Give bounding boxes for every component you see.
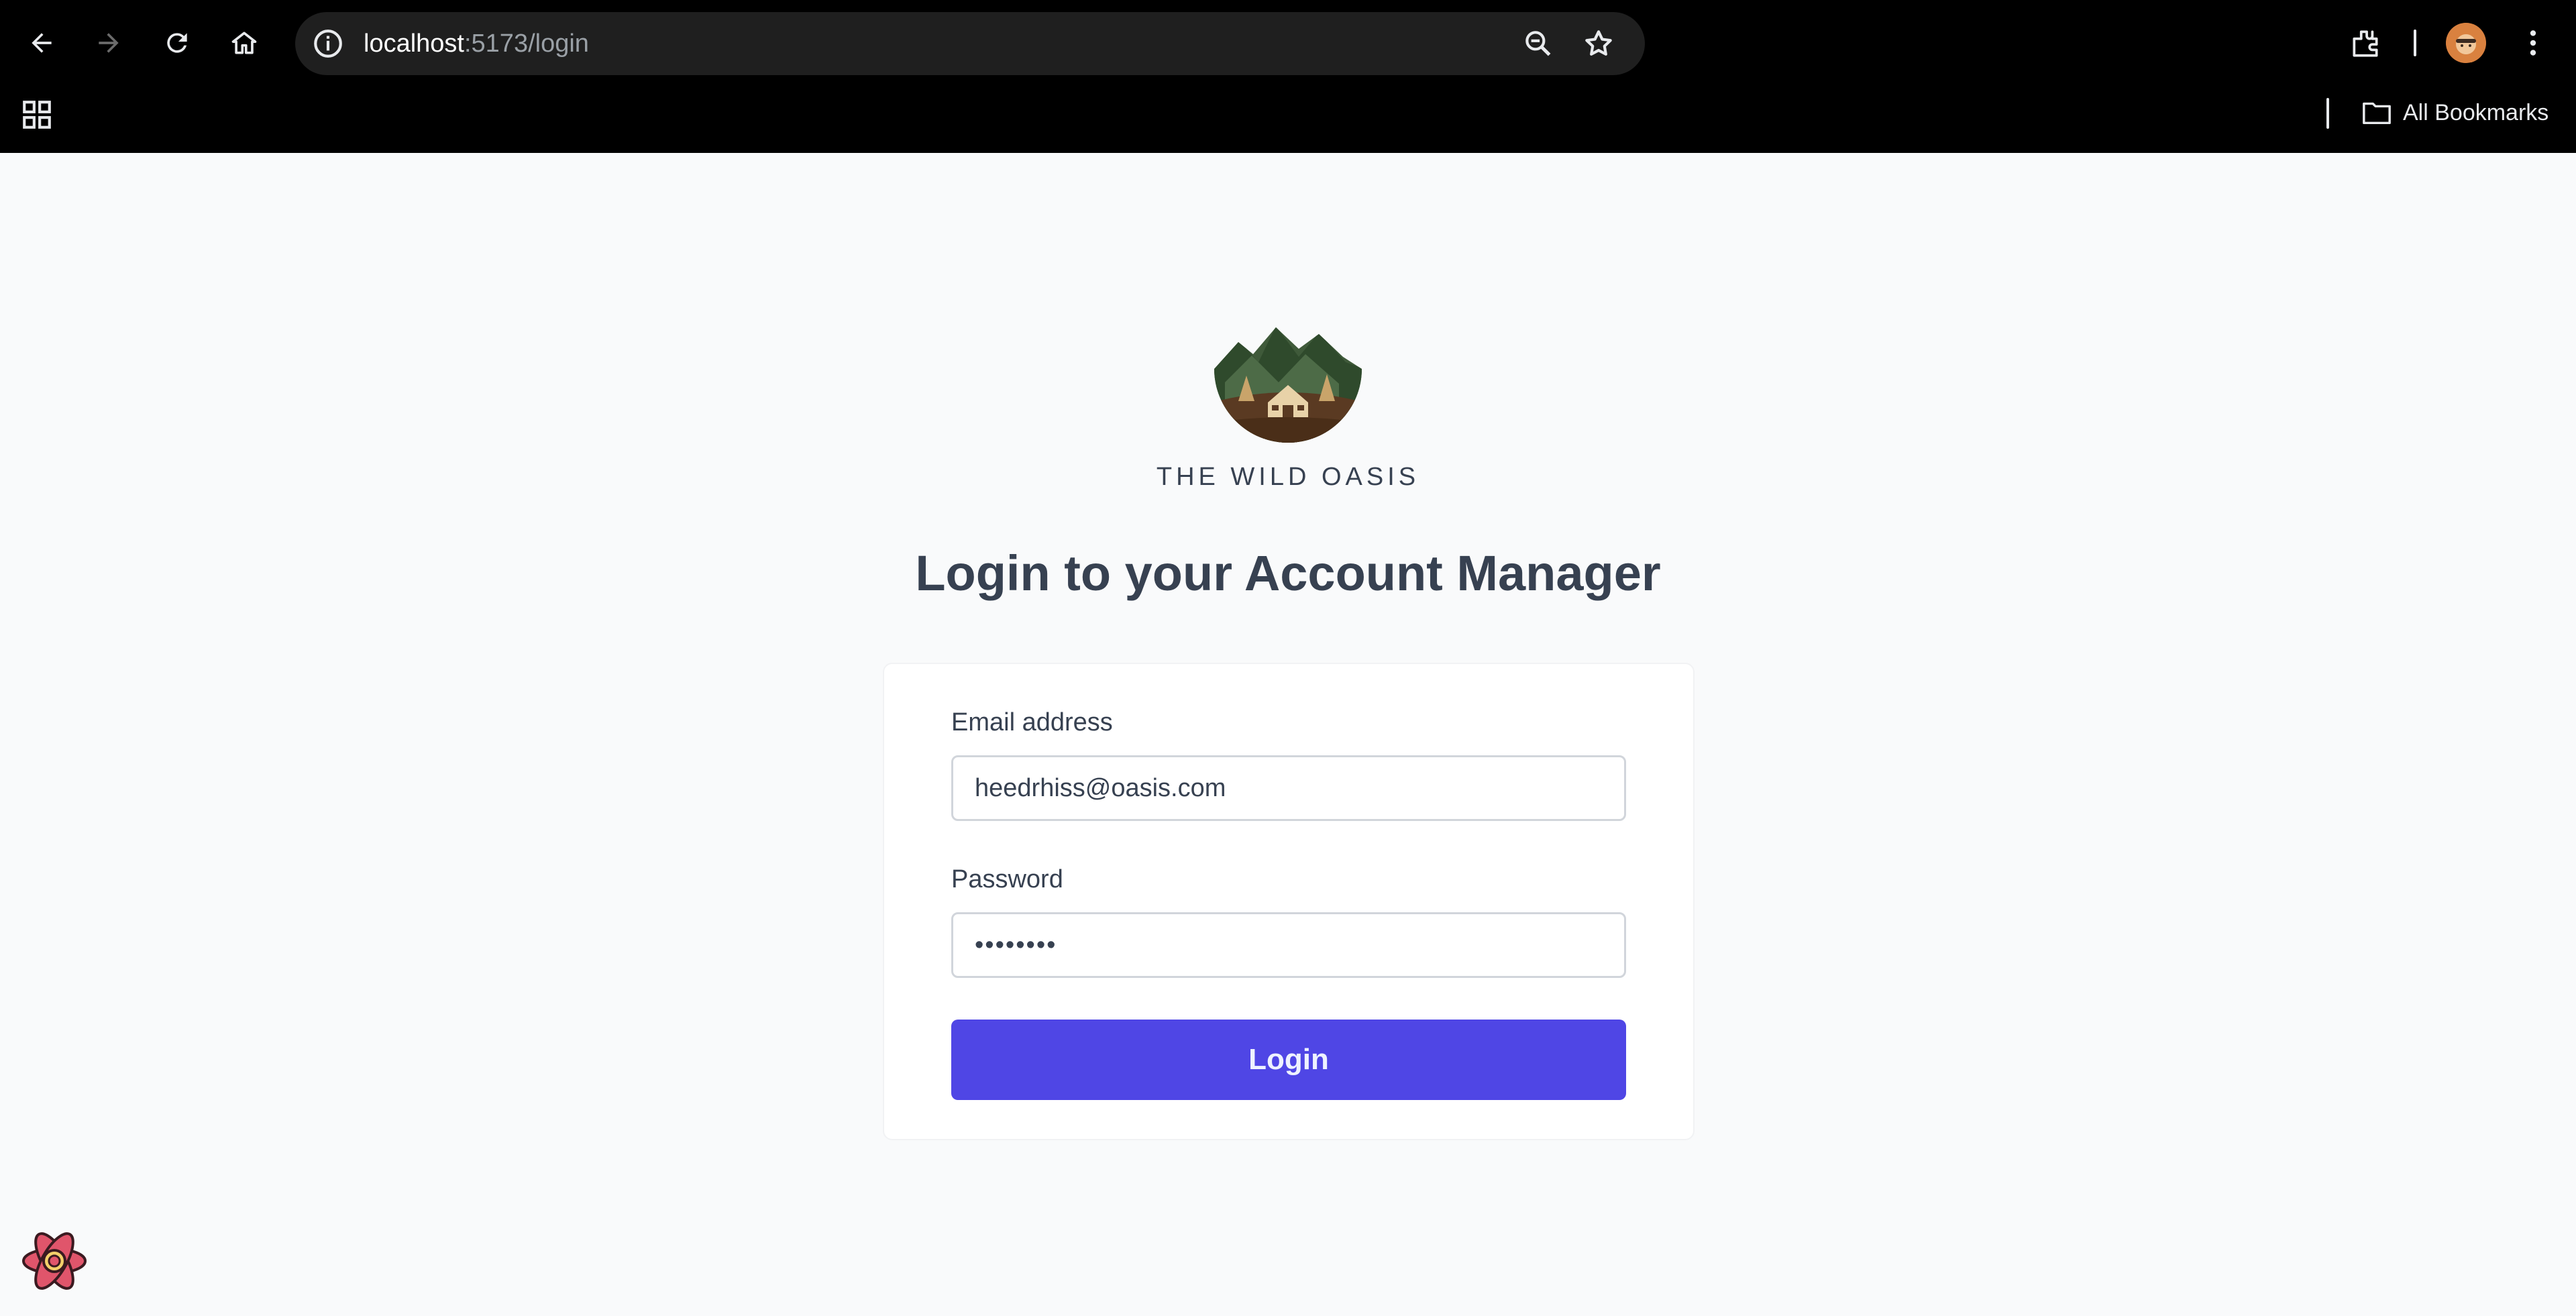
bookmarks-divider: [2326, 98, 2329, 129]
apps-grid-icon[interactable]: [20, 98, 54, 131]
login-form: Email address Password Login: [883, 663, 1695, 1140]
toolbar-divider: [2414, 30, 2416, 56]
password-label: Password: [951, 865, 1063, 893]
all-bookmarks-label: All Bookmarks: [2403, 99, 2549, 125]
url-host: localhost: [364, 30, 464, 58]
url-path: :5173/login: [464, 30, 589, 58]
all-bookmarks-button[interactable]: All Bookmarks: [2361, 98, 2548, 127]
menu-icon: [2530, 30, 2536, 56]
brand-name: THE WILD OASIS: [1156, 463, 1420, 491]
home-icon: [231, 32, 257, 54]
bookmark-star-icon[interactable]: [1582, 27, 1615, 60]
react-devtools-icon[interactable]: [17, 1227, 91, 1295]
email-label: Email address: [951, 708, 1113, 736]
site-info-icon[interactable]: [311, 27, 345, 60]
url-text[interactable]: localhost:5173/login: [364, 27, 589, 60]
forward-icon: [99, 33, 119, 53]
extensions-button[interactable]: [2347, 24, 2384, 62]
reload-button[interactable]: [154, 20, 200, 66]
login-button[interactable]: Login: [951, 1020, 1626, 1100]
browser-menu-button[interactable]: [2514, 24, 2552, 62]
password-field[interactable]: [951, 912, 1626, 978]
profile-face-icon: [2446, 23, 2486, 63]
forward-button[interactable]: [86, 20, 131, 66]
browser-toolbar: localhost:5173/login: [0, 0, 2576, 86]
bookmarks-bar: [0, 86, 2576, 153]
extensions-icon: [2353, 30, 2378, 57]
back-icon: [32, 33, 52, 53]
page-title: Login to your Account Manager: [915, 545, 1661, 601]
email-field[interactable]: [951, 755, 1626, 821]
profile-avatar[interactable]: [2446, 23, 2486, 63]
folder-icon: [2363, 102, 2391, 125]
wild-oasis-logo: [1214, 327, 1362, 443]
home-button[interactable]: [221, 20, 267, 66]
zoom-icon[interactable]: [1521, 27, 1555, 60]
address-bar[interactable]: localhost:5173/login: [295, 12, 1645, 75]
reload-icon: [167, 33, 187, 53]
back-button[interactable]: [19, 20, 64, 66]
